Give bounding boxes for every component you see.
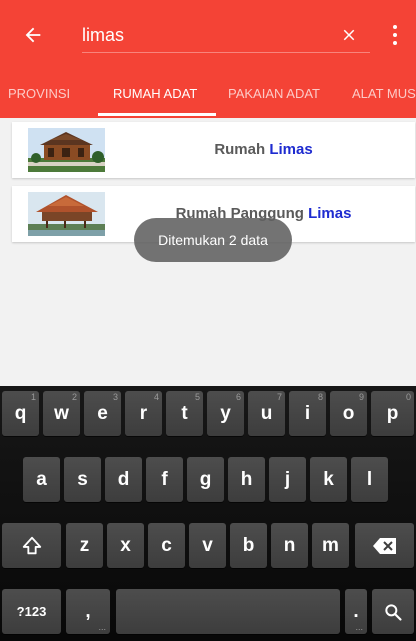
- toast-message: Ditemukan 2 data: [134, 218, 292, 262]
- close-icon: [343, 29, 355, 41]
- result-title: Rumah Limas: [112, 122, 415, 178]
- key-q[interactable]: q1: [2, 391, 39, 436]
- result-thumbnail: [28, 192, 105, 236]
- key-g[interactable]: g: [187, 457, 224, 502]
- result-thumbnail: [28, 128, 105, 172]
- key-u[interactable]: u7: [248, 391, 285, 436]
- result-title-text: Rumah: [214, 141, 270, 158]
- key-s[interactable]: s: [64, 457, 101, 502]
- key-a[interactable]: a: [23, 457, 60, 502]
- backspace-key[interactable]: [355, 523, 414, 568]
- active-tab-indicator: [98, 113, 216, 116]
- back-button[interactable]: [22, 20, 52, 50]
- search-underline: [82, 52, 370, 53]
- arrow-left-icon: [25, 27, 41, 43]
- key-j[interactable]: j: [269, 457, 306, 502]
- key-o[interactable]: o9: [330, 391, 367, 436]
- key-y[interactable]: y6: [207, 391, 244, 436]
- category-tabs: PROVINSI RUMAH ADAT PAKAIAN ADAT ALAT MU…: [0, 70, 416, 118]
- shift-icon: [22, 536, 41, 554]
- key-m[interactable]: m: [312, 523, 349, 568]
- list-item[interactable]: Rumah Limas: [12, 122, 415, 178]
- key-f[interactable]: f: [146, 457, 183, 502]
- key-t[interactable]: t5: [166, 391, 203, 436]
- key-v[interactable]: v: [189, 523, 226, 568]
- tab-provinsi[interactable]: PROVINSI: [8, 70, 70, 118]
- more-options-button[interactable]: [386, 20, 404, 50]
- search-key[interactable]: [372, 589, 414, 634]
- backspace-icon: [372, 537, 396, 554]
- shift-key[interactable]: [2, 523, 61, 568]
- result-title-match: Limas: [308, 205, 352, 222]
- tab-rumah-adat[interactable]: RUMAH ADAT: [113, 70, 197, 118]
- key-w[interactable]: w2: [43, 391, 80, 436]
- key-e[interactable]: e3: [84, 391, 121, 436]
- search-icon: [385, 603, 402, 621]
- key-r[interactable]: r4: [125, 391, 162, 436]
- key-d[interactable]: d: [105, 457, 142, 502]
- period-key[interactable]: ....: [345, 589, 367, 634]
- symbols-key[interactable]: ?123: [2, 589, 61, 634]
- key-p[interactable]: p0: [371, 391, 414, 436]
- key-h[interactable]: h: [228, 457, 265, 502]
- space-key[interactable]: [116, 589, 340, 634]
- result-title-match: Limas: [269, 141, 313, 158]
- tab-alat-musik[interactable]: ALAT MUS: [352, 70, 416, 118]
- clear-search-button[interactable]: [336, 20, 362, 50]
- search-input[interactable]: limas: [82, 20, 124, 50]
- more-vert-icon: [393, 25, 397, 29]
- key-k[interactable]: k: [310, 457, 347, 502]
- key-n[interactable]: n: [271, 523, 308, 568]
- key-l[interactable]: l: [351, 457, 388, 502]
- key-i[interactable]: i8: [289, 391, 326, 436]
- key-z[interactable]: z: [66, 523, 103, 568]
- comma-key[interactable]: ,...: [66, 589, 110, 634]
- soft-keyboard: q1 w2 e3 r4 t5 y6 u7 i8 o9 p0 a s d f g …: [0, 386, 416, 641]
- key-b[interactable]: b: [230, 523, 267, 568]
- key-x[interactable]: x: [107, 523, 144, 568]
- app-bar: limas PROVINSI RUMAH ADAT PAKAIAN ADAT A…: [0, 0, 416, 118]
- search-toolbar: limas: [0, 0, 416, 70]
- tab-pakaian-adat[interactable]: PAKAIAN ADAT: [228, 70, 320, 118]
- key-c[interactable]: c: [148, 523, 185, 568]
